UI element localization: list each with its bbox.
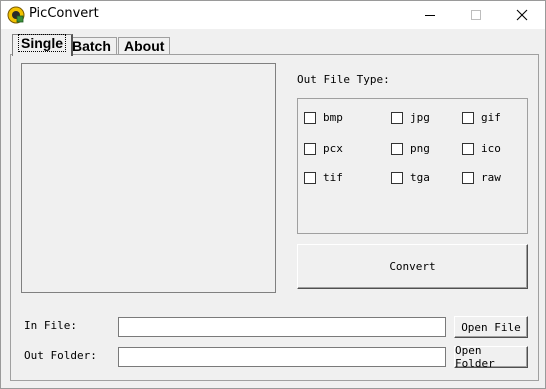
open-file-button[interactable]: Open File [454,316,528,338]
checkbox-label: ico [481,142,501,155]
checkbox-label: pcx [323,142,343,155]
checkbox-pcx[interactable]: pcx [304,142,343,155]
title-bar[interactable]: PicConvert [1,1,545,29]
out-folder-input[interactable] [118,347,446,367]
checkbox-jpg[interactable]: jpg [391,111,430,124]
checkbox-box[interactable] [391,171,403,184]
checkbox-label: tga [410,171,430,184]
checkbox-label: bmp [323,111,343,124]
tab-about-label: About [124,38,165,54]
window-title: PicConvert [29,6,99,21]
checkbox-gif[interactable]: gif [462,111,501,124]
app-icon [7,6,25,24]
in-file-label: In File: [24,319,77,332]
file-type-group: bmp jpg gif pcx png ico tif tga raw [297,98,528,234]
tab-batch[interactable]: Batch [66,37,117,55]
tab-strip: Single Batch About [1,29,545,56]
close-icon [516,9,528,21]
maximize-icon [471,10,481,20]
tab-about[interactable]: About [118,37,171,55]
image-preview [21,63,276,293]
single-tab-panel: Out File Type: bmp jpg gif pcx png ico t… [10,54,539,381]
checkbox-raw[interactable]: raw [462,171,501,184]
checkbox-tga[interactable]: tga [391,171,430,184]
open-file-button-label: Open File [461,320,521,334]
checkbox-label: gif [481,111,501,124]
checkbox-label: raw [481,171,501,184]
checkbox-label: jpg [410,111,430,124]
app-window: PicConvert Single Batch About Out File T… [0,0,546,389]
checkbox-box[interactable] [391,142,403,155]
checkbox-label: png [410,142,430,155]
checkbox-png[interactable]: png [391,142,430,155]
checkbox-box[interactable] [462,111,474,124]
checkbox-box[interactable] [304,111,316,124]
out-folder-label: Out Folder: [24,349,97,362]
checkbox-box[interactable] [391,111,403,124]
close-button[interactable] [499,1,545,29]
tab-batch-label: Batch [72,38,111,54]
checkbox-ico[interactable]: ico [462,142,501,155]
minimize-button[interactable] [407,1,453,29]
checkbox-label: tif [323,171,343,184]
checkbox-box[interactable] [304,142,316,155]
minimize-icon [425,15,435,16]
checkbox-bmp[interactable]: bmp [304,111,343,124]
out-file-type-label: Out File Type: [297,73,390,86]
checkbox-box[interactable] [462,171,474,184]
maximize-button[interactable] [453,1,499,29]
open-folder-button[interactable]: Open Folder [454,344,528,370]
tab-single[interactable]: Single [12,34,74,56]
checkbox-tif[interactable]: tif [304,171,343,184]
checkbox-box[interactable] [462,142,474,155]
convert-button-label: Convert [389,260,436,273]
open-folder-button-label: Open Folder [455,344,495,370]
convert-button[interactable]: Convert [297,244,528,289]
checkbox-box[interactable] [304,171,316,184]
tab-single-label: Single [18,34,67,52]
in-file-input[interactable] [118,317,446,337]
